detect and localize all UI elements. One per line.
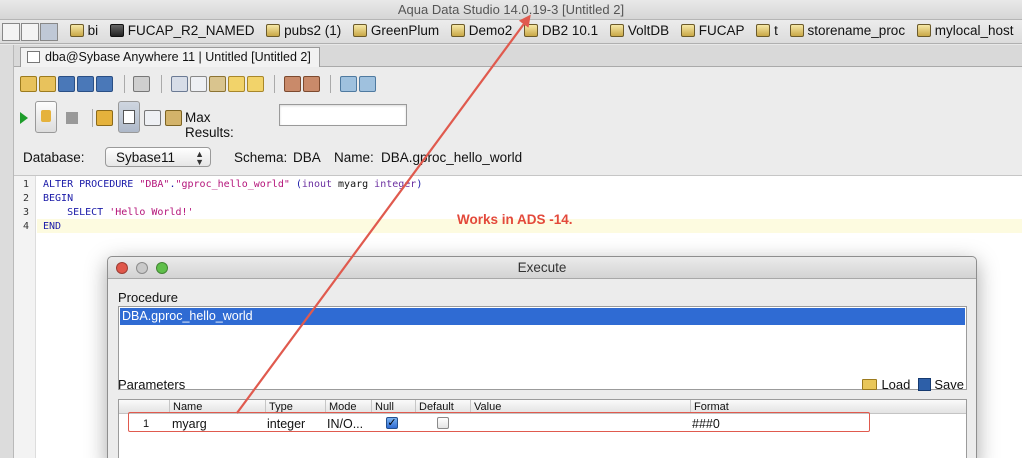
arrow-line	[236, 14, 531, 414]
app-window: Aqua Data Studio 14.0.19-3 [Untitled 2] …	[0, 0, 1022, 458]
annotation-arrow	[236, 14, 531, 414]
